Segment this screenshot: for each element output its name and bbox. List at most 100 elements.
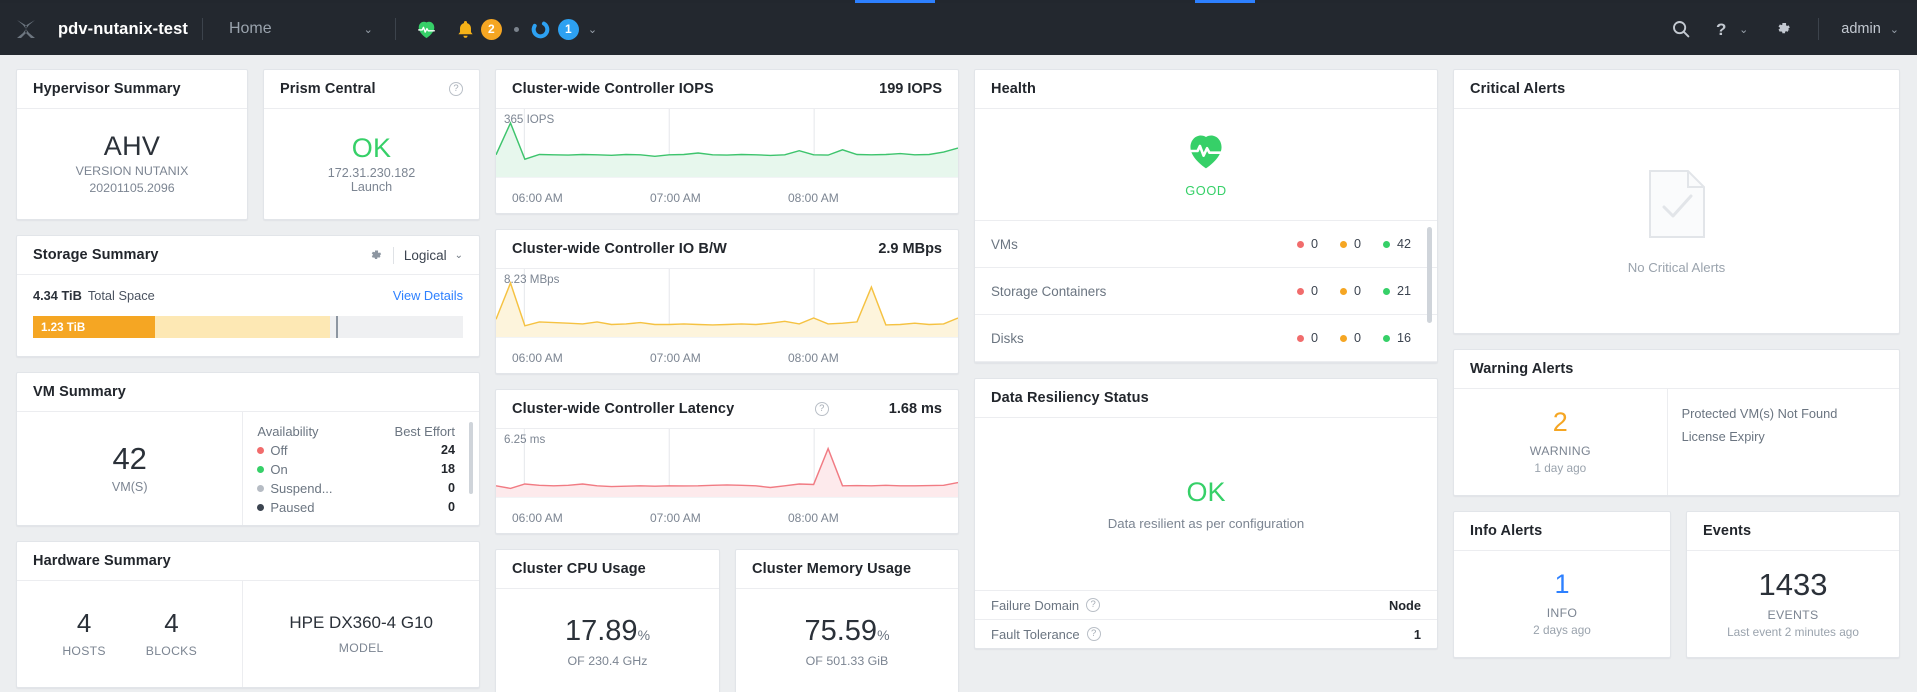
controller-latency-metric: 1.68 ms: [888, 401, 942, 417]
controller-latency-plot[interactable]: 6.25 ms: [496, 429, 958, 503]
axis-tick-label: 07:00 AM: [650, 511, 701, 525]
axis-tick-label: 06:00 AM: [512, 191, 563, 205]
storage-summary-header: Storage Summary Logical ⌄: [17, 236, 479, 275]
warning-alerts-count-block: 2 WARNING 1 day ago: [1454, 389, 1668, 495]
help-question-icon-latency[interactable]: ?: [814, 402, 829, 416]
task-ring-icon[interactable]: [531, 20, 550, 39]
bell-icon[interactable]: [457, 20, 474, 39]
cpu-value-unit: %: [637, 626, 651, 643]
health-good-stat: 21: [1382, 284, 1411, 298]
health-warning-stat: 0: [1339, 284, 1361, 298]
controller-iops-axis: 06:00 AM 07:00 AM 08:00 AM: [496, 183, 958, 213]
storage-view-details-link[interactable]: View Details: [393, 288, 463, 303]
help-question-icon-prism[interactable]: ?: [449, 82, 463, 96]
health-good-count: 21: [1396, 284, 1411, 298]
help-question-icon-fault-tolerance[interactable]: ?: [1086, 627, 1101, 641]
vm-count: 42: [112, 441, 147, 476]
controller-iobw-body: 8.23 MBps 06:00 AM 07:00 AM 08:00 AM: [496, 269, 958, 373]
vm-state-value: 0: [447, 481, 455, 495]
vm-summary-card: VM Summary 42 VM(S) Availability Best Ef…: [16, 372, 480, 526]
dashboard-column-3: Health GOOD VMs 0 0 42 Storage Container…: [974, 69, 1438, 692]
health-entity-label: VMs: [991, 236, 1018, 252]
hypervisor-summary-card: Hypervisor Summary AHV VERSION NUTANIX 2…: [16, 69, 248, 220]
user-menu[interactable]: admin: [1841, 21, 1881, 37]
events-count: 1433: [1758, 567, 1828, 602]
health-entity-row[interactable]: VMs 0 0 42: [975, 221, 1437, 268]
warning-alert-item[interactable]: License Expiry: [1682, 425, 1885, 448]
chevron-down-icon[interactable]: ⌄: [364, 23, 395, 36]
cluster-name[interactable]: pdv-nutanix-test: [52, 20, 202, 39]
hardware-summary-body: 4 HOSTS 4 BLOCKS HPE DX360-4 G10 MODEL: [17, 581, 479, 687]
blocks-label: BLOCKS: [145, 644, 198, 658]
health-critical-stat: 0: [1296, 331, 1318, 345]
health-good-stat: 16: [1382, 331, 1411, 345]
events-header: Events: [1687, 512, 1899, 551]
dashboard-column-4: Critical Alerts No Critical Alerts Warni…: [1453, 69, 1900, 692]
hypervisor-summary-header: Hypervisor Summary: [17, 70, 247, 109]
hypervisor-summary-body: AHV VERSION NUTANIX 20201105.2096: [17, 109, 247, 219]
vm-list-scrollbar[interactable]: [469, 422, 473, 494]
controller-latency-title: Cluster-wide Controller Latency: [512, 401, 735, 417]
status-dot-paused: [257, 504, 265, 511]
health-entity-list: VMs 0 0 42 Storage Containers 0 0 21 Dis…: [975, 221, 1437, 362]
warning-alerts-title: Warning Alerts: [1470, 361, 1574, 377]
nav-home[interactable]: Home: [203, 20, 272, 38]
heartbeat-icon[interactable]: [416, 20, 437, 39]
status-dot-suspended: [257, 485, 265, 492]
vm-summary-title: VM Summary: [33, 384, 126, 400]
controller-iops-peak-label: 365 IOPS: [504, 113, 555, 126]
iops-area-chart: [496, 109, 958, 178]
dashboard-grid: Hypervisor Summary AHV VERSION NUTANIX 2…: [0, 55, 1917, 692]
status-dot-warning: [1339, 287, 1347, 295]
warning-alert-item[interactable]: Protected VM(s) Not Found: [1682, 402, 1885, 425]
vm-availability-row: Availability Best Effort: [257, 422, 471, 441]
controller-latency-body: 6.25 ms 06:00 AM 07:00 AM 08:00 AM: [496, 429, 958, 533]
health-list-scrollbar[interactable]: [1427, 227, 1432, 323]
health-header: Health: [975, 70, 1437, 109]
axis-tick-label: 06:00 AM: [512, 511, 563, 525]
health-status-label: GOOD: [1185, 182, 1227, 198]
controller-iops-plot[interactable]: 365 IOPS: [496, 109, 958, 183]
chevron-down-icon-tasks[interactable]: ⌄: [588, 23, 597, 36]
latency-area-chart: [496, 429, 958, 498]
controller-iobw-card: Cluster-wide Controller IO B/W 2.9 MBps …: [495, 229, 959, 374]
warning-alerts-label: WARNING: [1529, 444, 1591, 458]
data-resiliency-header: Data Resiliency Status: [975, 379, 1437, 418]
info-alerts-timestamp: 2 days ago: [1533, 623, 1591, 637]
chevron-down-icon-help[interactable]: ⌄: [1739, 23, 1748, 36]
data-resiliency-status-block: OK Data resilient as per configuration: [975, 418, 1437, 590]
search-icon[interactable]: [1672, 20, 1690, 38]
data-resiliency-subtitle: Data resilient as per configuration: [1107, 516, 1305, 531]
dashboard-column-2: Cluster-wide Controller IOPS 199 IOPS 36…: [495, 69, 959, 692]
status-dot-good: [1382, 334, 1390, 342]
status-dot-critical: [1296, 334, 1304, 342]
vm-state-row: Suspend... 0: [257, 479, 471, 498]
cluster-memory-usage-value: 75.59%: [804, 616, 889, 646]
storage-bar-used-segment: 1.23 TiB: [33, 316, 155, 338]
chevron-down-icon-user[interactable]: ⌄: [1890, 23, 1899, 36]
help-question-icon[interactable]: ?: [1716, 20, 1729, 39]
accent-segment-1: [855, 0, 935, 3]
task-count-badge[interactable]: 1: [557, 18, 579, 40]
gear-icon-storage[interactable]: [368, 248, 383, 263]
health-entity-row[interactable]: Storage Containers 0 0 21: [975, 268, 1437, 315]
hardware-summary-title: Hardware Summary: [33, 553, 171, 569]
storage-header-divider: [392, 246, 394, 264]
hypervisor-version-number: 20201105.2096: [89, 180, 175, 195]
gear-icon[interactable]: [1774, 20, 1792, 38]
controller-iobw-plot[interactable]: 8.23 MBps: [496, 269, 958, 343]
nutanix-x-logo-icon[interactable]: [0, 3, 52, 55]
health-warning-stat: 0: [1339, 331, 1361, 345]
header-divider-3: [1818, 18, 1820, 40]
alert-count-badge[interactable]: 2: [480, 18, 502, 40]
status-dot-good: [1382, 287, 1390, 295]
events-card: Events 1433 EVENTS Last event 2 minutes …: [1686, 511, 1900, 658]
vm-availability-label: Availability: [257, 424, 319, 439]
cluster-cpu-usage-card: Cluster CPU Usage 17.89% OF 230.4 GHz: [495, 549, 720, 692]
storage-mode-select[interactable]: Logical ⌄: [404, 248, 463, 263]
help-question-icon-failure-domain[interactable]: ?: [1086, 598, 1101, 612]
health-entity-row[interactable]: Disks 0 0 16: [975, 315, 1437, 362]
prism-central-launch-link[interactable]: Launch: [351, 180, 392, 194]
health-entity-label: Storage Containers: [991, 283, 1107, 299]
hardware-summary-header: Hardware Summary: [17, 542, 479, 581]
